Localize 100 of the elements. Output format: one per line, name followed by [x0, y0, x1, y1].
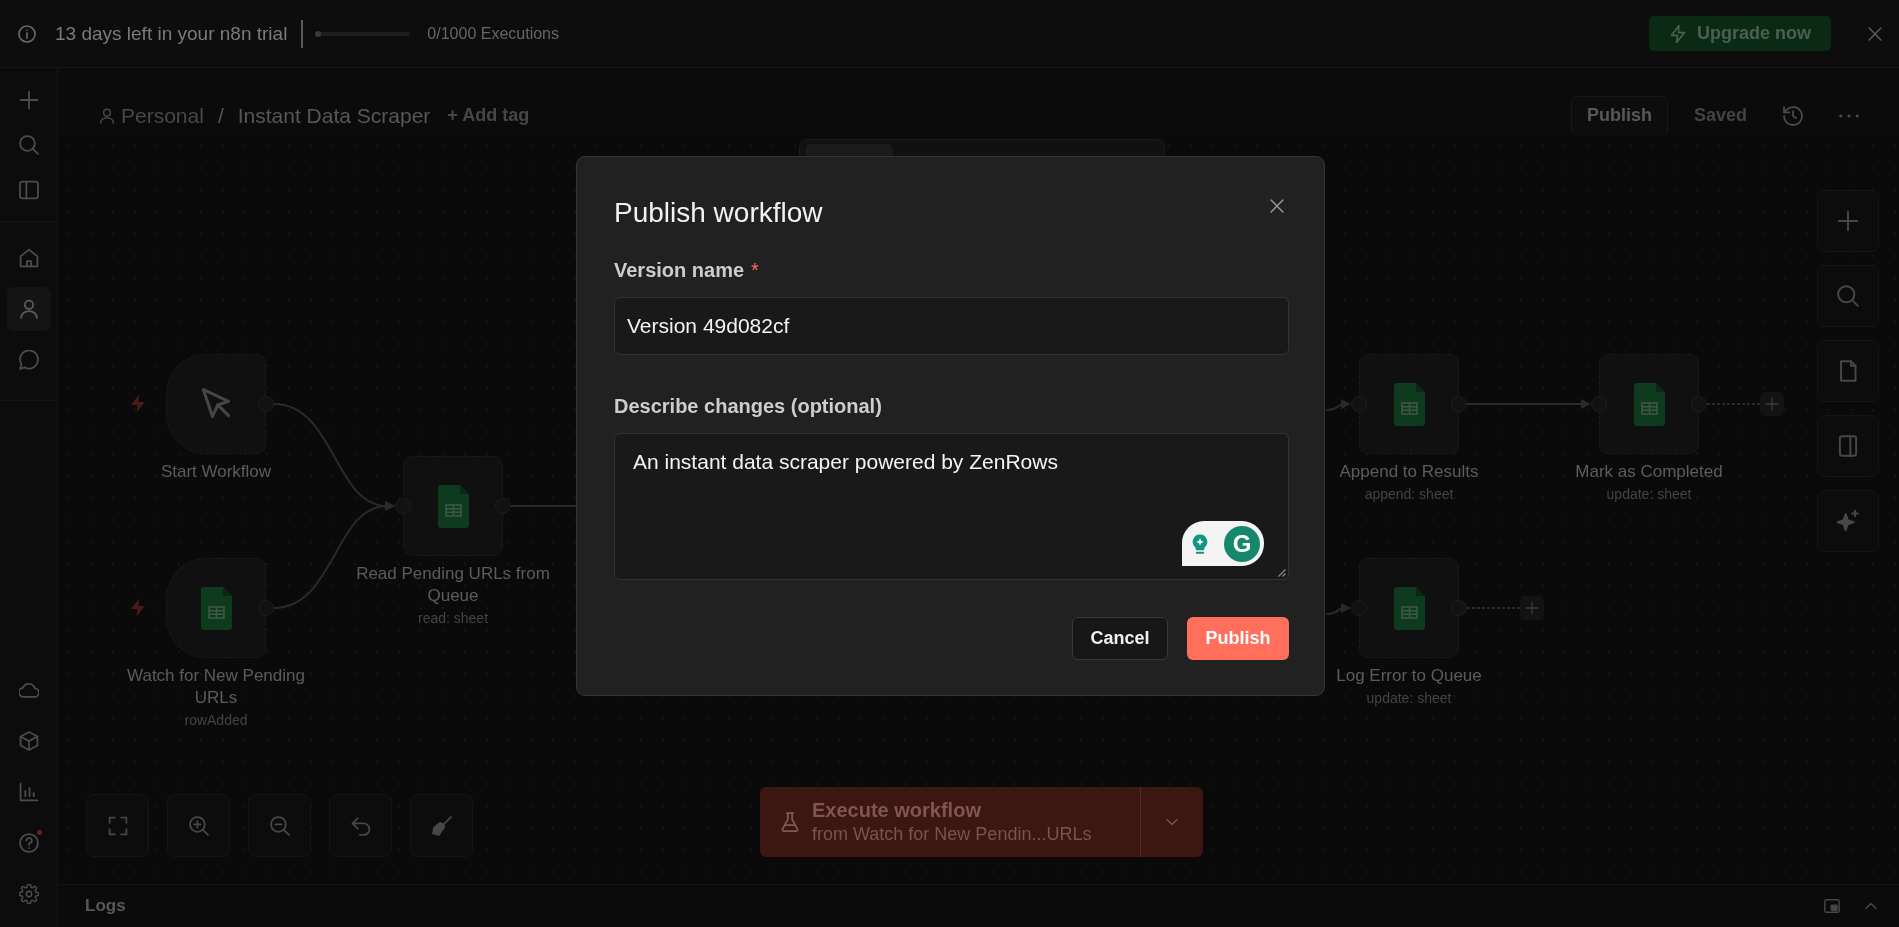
cursor-icon	[199, 387, 233, 421]
publish-button[interactable]: Publish	[1570, 95, 1668, 136]
input-handle[interactable]	[1591, 396, 1607, 412]
plus-icon	[18, 90, 39, 110]
executions-count: 0/1000 Executions	[427, 24, 559, 43]
sidebar-button[interactable]	[6, 287, 51, 331]
pop-out-icon	[1824, 898, 1840, 914]
workflow-node[interactable]	[1599, 354, 1699, 454]
publish-button[interactable]: Publish	[1187, 617, 1289, 660]
node-subtitle: read: sheet	[417, 609, 489, 627]
trigger-bolt-icon	[130, 598, 146, 617]
canvas-tool-button[interactable]	[1817, 415, 1879, 477]
canvas-tool-button[interactable]	[1817, 490, 1879, 552]
add-node-button[interactable]	[1520, 596, 1544, 620]
more-icon	[1839, 113, 1859, 118]
input-handle[interactable]	[395, 498, 411, 514]
canvas-tool-button[interactable]	[1817, 190, 1879, 252]
input-handle[interactable]	[1351, 396, 1367, 412]
lightbulb-icon	[1192, 533, 1208, 554]
required-asterisk: *	[751, 258, 759, 282]
spreadsheet-icon	[1393, 586, 1425, 630]
field-label: Describe changes (optional)	[614, 394, 882, 418]
workflow-node[interactable]	[403, 456, 503, 556]
document-icon	[1837, 360, 1859, 382]
fit-view-icon	[107, 815, 128, 836]
resize-handle-icon	[1277, 568, 1286, 577]
dialog-title: Publish workflow	[614, 196, 823, 230]
node-title: Mark as Completed	[1575, 461, 1723, 483]
history-icon	[1783, 105, 1803, 126]
output-handle[interactable]	[1451, 396, 1467, 412]
person-icon	[99, 107, 115, 124]
node-title: Read Pending URLs from Queue	[355, 563, 551, 607]
settings-icon	[18, 884, 39, 904]
lightning-icon	[1669, 24, 1687, 43]
version-name-field[interactable]: Version 49d082cf	[614, 297, 1289, 355]
info-icon	[18, 24, 36, 43]
sidebar-toggle-icon	[18, 180, 39, 200]
breadcrumb-separator: /	[217, 103, 224, 128]
node-title: Watch for New Pending URLs	[126, 665, 306, 709]
workflow-node[interactable]	[1359, 558, 1459, 658]
assistant-logo: G	[1224, 525, 1260, 562]
logs-title: Logs	[85, 896, 126, 916]
user-icon	[18, 299, 39, 319]
add-node-button[interactable]	[1760, 392, 1784, 416]
node-subtitle: append: sheet	[1364, 485, 1454, 503]
canvas-tool-button[interactable]	[1817, 265, 1879, 327]
save-status: Saved	[1693, 105, 1747, 126]
sparkles-icon	[1837, 510, 1859, 532]
node-title: Append to Results	[1339, 461, 1479, 483]
project-link[interactable]: Personal	[99, 103, 204, 128]
history-button[interactable]	[1783, 105, 1803, 126]
canvas-control-button[interactable]	[410, 794, 473, 857]
cancel-button[interactable]: Cancel	[1072, 617, 1168, 660]
close-button[interactable]	[1269, 198, 1285, 214]
search-icon	[1837, 285, 1859, 307]
execute-options-button[interactable]	[1140, 787, 1203, 857]
output-handle[interactable]	[1691, 396, 1707, 412]
node-subtitle: rowAdded	[184, 711, 248, 729]
bar-chart-icon	[18, 782, 39, 802]
close-button[interactable]	[1867, 25, 1883, 42]
cloud-icon	[18, 680, 39, 700]
node-title: Start Workflow	[160, 461, 272, 483]
more-button[interactable]	[1839, 113, 1859, 118]
connection-line	[1466, 607, 1521, 609]
workflow-node[interactable]	[166, 354, 266, 454]
add-tag-button[interactable]: + Add tag	[447, 105, 530, 126]
plus-icon	[1765, 397, 1779, 411]
home-icon	[18, 248, 39, 268]
brush-icon	[431, 815, 452, 836]
zoom-in-icon	[188, 815, 209, 836]
workflow-node[interactable]	[1359, 354, 1459, 454]
input-handle[interactable]	[1351, 600, 1367, 616]
canvas-control-button[interactable]	[167, 794, 230, 857]
node-title: Log Error to Queue	[1336, 665, 1482, 687]
canvas-control-button[interactable]	[329, 794, 392, 857]
help-icon	[18, 833, 39, 853]
output-handle[interactable]	[1451, 600, 1467, 616]
output-handle[interactable]	[495, 498, 511, 514]
canvas-control-button[interactable]	[248, 794, 311, 857]
canvas-control-button[interactable]	[86, 794, 149, 857]
workflow-node[interactable]	[166, 558, 266, 658]
spreadsheet-icon	[1633, 382, 1665, 426]
field-label: Version name	[614, 258, 745, 282]
zoom-out-icon	[269, 815, 290, 836]
canvas-tool-button[interactable]	[1817, 340, 1879, 402]
panel-icon	[1837, 435, 1859, 457]
chat-icon	[18, 350, 39, 370]
output-handle[interactable]	[258, 396, 274, 412]
execute-workflow-button[interactable]: Execute workflow from Watch for New Pendin...URLs	[760, 787, 1140, 857]
pop-out-button[interactable]	[1824, 898, 1840, 914]
node-subtitle: update: sheet	[1606, 485, 1692, 503]
close-icon	[1269, 198, 1285, 214]
output-handle[interactable]	[258, 600, 274, 616]
node-subtitle: update: sheet	[1366, 689, 1452, 707]
workflow-name[interactable]: Instant Data Scraper	[237, 103, 431, 128]
writing-assistant-widget[interactable]: G	[1182, 521, 1264, 566]
upgrade-button[interactable]: Upgrade now	[1649, 16, 1831, 51]
plus-icon	[1525, 601, 1539, 615]
connection-line	[1706, 403, 1761, 405]
plus-icon	[1837, 210, 1859, 232]
